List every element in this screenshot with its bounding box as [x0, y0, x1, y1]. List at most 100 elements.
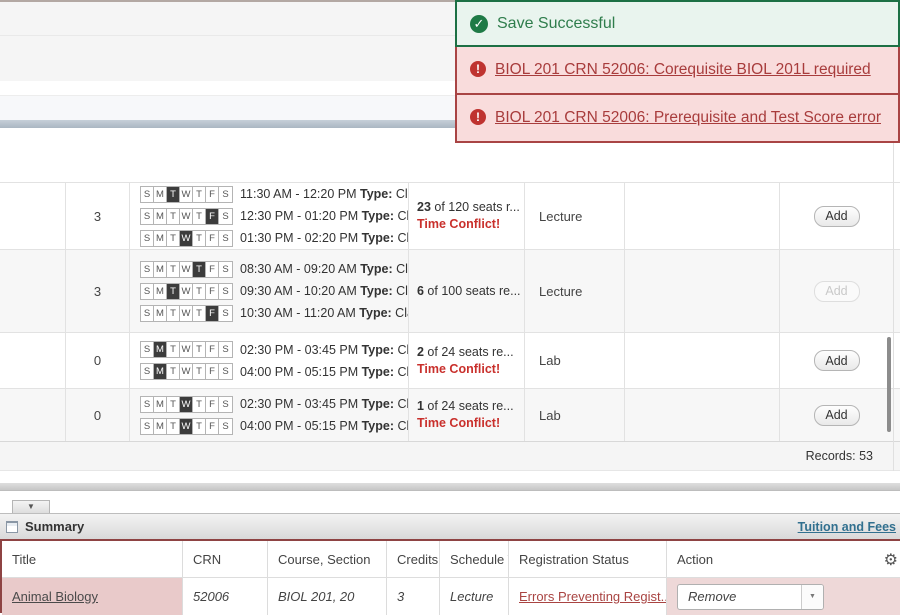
- records-count: Records: 53: [806, 449, 873, 463]
- records-footer: Records: 53: [0, 441, 900, 471]
- day-of-week-grid: SMTWTFS: [140, 261, 233, 278]
- day-cell: M: [154, 231, 167, 246]
- day-cell: M: [154, 262, 167, 277]
- results-row: 0SMTWTFS02:30 PM - 03:45 PM Type: ClaSMT…: [0, 388, 900, 441]
- day-cell: T: [193, 419, 206, 434]
- day-cell: S: [141, 306, 154, 321]
- day-cell: S: [219, 209, 232, 224]
- registration-error-banner: ! BIOL 201 CRN 52006: Corequisite BIOL 20…: [455, 47, 900, 95]
- day-cell: S: [141, 262, 154, 277]
- day-cell: M: [154, 419, 167, 434]
- day-cell: F: [206, 231, 219, 246]
- day-cell: S: [141, 231, 154, 246]
- day-cell: T: [193, 364, 206, 379]
- gear-icon[interactable]: ⚙: [884, 550, 898, 570]
- pane-splitter[interactable]: [0, 483, 900, 491]
- day-cell: T: [167, 419, 180, 434]
- meeting-time-text: 04:00 PM - 05:15 PM Type: Cla: [240, 365, 409, 379]
- summary-schedule-type-cell: Lecture: [440, 578, 509, 615]
- day-cell: S: [141, 187, 154, 202]
- meeting-line: SMTWTFS 09:30 AM - 10:20 AM Type: Cla: [140, 280, 408, 302]
- registration-error-link[interactable]: BIOL 201 CRN 52006: Prerequisite and Tes…: [495, 105, 881, 131]
- day-cell: S: [141, 397, 154, 412]
- summary-course-row: Animal Biology 52006 BIOL 201, 20 3 Lect…: [2, 577, 900, 615]
- hidden-column-cell: [0, 183, 66, 249]
- action-select[interactable]: Remove ▼: [677, 584, 824, 610]
- day-cell: F: [206, 187, 219, 202]
- day-of-week-grid: SMTWTFS: [140, 283, 233, 300]
- day-of-week-grid: SMTWTFS: [140, 363, 233, 380]
- day-cell: T: [167, 187, 180, 202]
- notification-panel: ✓ Save Successful !BIOL 201 CRN 52006: C…: [455, 0, 900, 143]
- day-cell: M: [154, 342, 167, 357]
- summary-course-section-cell: BIOL 201, 20: [268, 578, 387, 615]
- add-button[interactable]: Add: [814, 206, 860, 227]
- day-of-week-grid: SMTWTFS: [140, 305, 233, 322]
- time-conflict-text: Time Conflict!: [417, 415, 524, 432]
- day-cell: T: [193, 209, 206, 224]
- day-of-week-grid: SMTWTFS: [140, 230, 233, 247]
- day-cell: S: [219, 284, 232, 299]
- day-cell: F: [206, 209, 219, 224]
- meeting-line: SMTWTFS 10:30 AM - 11:20 AM Type: Cla: [140, 302, 408, 324]
- day-cell: W: [180, 187, 193, 202]
- vertical-scrollbar-thumb[interactable]: [887, 337, 891, 432]
- registration-error-link[interactable]: BIOL 201 CRN 52006: Corequisite BIOL 201…: [495, 57, 871, 83]
- seats-remaining-text: 1 of 24 seats re...: [417, 398, 524, 415]
- col-header-crn: CRN: [183, 541, 268, 577]
- day-cell: F: [206, 364, 219, 379]
- empty-cell: [625, 183, 780, 249]
- meeting-time-text: 09:30 AM - 10:20 AM Type: Cla: [240, 284, 409, 298]
- meeting-times-cell: SMTWTFS02:30 PM - 03:45 PM Type: ClaSMTW…: [130, 333, 409, 388]
- registration-status-link[interactable]: Errors Preventing Regist...: [519, 589, 667, 604]
- add-button[interactable]: Add: [814, 350, 860, 371]
- add-button: Add: [814, 281, 860, 302]
- add-cell: Add: [780, 250, 893, 332]
- credits-cell: 3: [66, 183, 130, 249]
- schedule-type-cell: Lecture: [525, 250, 625, 332]
- credits-cell: 0: [66, 333, 130, 388]
- schedule-type-cell: Lab: [525, 389, 625, 441]
- error-exclamation-icon: !: [470, 109, 486, 125]
- day-cell: S: [219, 231, 232, 246]
- summary-collapse-tab[interactable]: ▼: [12, 500, 50, 513]
- day-cell: F: [206, 419, 219, 434]
- day-of-week-grid: SMTWTFS: [140, 341, 233, 358]
- day-cell: S: [219, 262, 232, 277]
- day-cell: S: [219, 364, 232, 379]
- day-cell: T: [193, 306, 206, 321]
- day-cell: T: [193, 342, 206, 357]
- add-button[interactable]: Add: [814, 405, 860, 426]
- day-of-week-grid: SMTWTFS: [140, 396, 233, 413]
- meeting-time-text: 10:30 AM - 11:20 AM Type: Cla: [240, 306, 409, 320]
- day-cell: T: [167, 284, 180, 299]
- action-select-caret: ▼: [801, 585, 823, 609]
- summary-header-bar: Summary Tuition and Fees: [0, 513, 900, 539]
- credits-cell: 0: [66, 389, 130, 441]
- day-cell: M: [154, 306, 167, 321]
- course-title-link[interactable]: Animal Biology: [12, 589, 98, 604]
- day-cell: W: [180, 284, 193, 299]
- tuition-and-fees-link[interactable]: Tuition and Fees: [798, 520, 896, 534]
- table-right-border: [893, 128, 894, 471]
- day-cell: M: [154, 364, 167, 379]
- schedule-type-cell: Lab: [525, 333, 625, 388]
- seats-remaining-text: 6 of 100 seats re...: [417, 283, 524, 300]
- time-conflict-text: Time Conflict!: [417, 361, 524, 378]
- meeting-times-cell: SMTWTFS02:30 PM - 03:45 PM Type: ClaSMTW…: [130, 389, 409, 441]
- meeting-line: SMTWTFS01:30 PM - 02:20 PM Type: Cla: [140, 227, 408, 249]
- day-cell: T: [167, 397, 180, 412]
- meeting-time-text: 02:30 PM - 03:45 PM Type: Cla: [240, 343, 409, 357]
- col-header-course-section: Course, Section: [268, 541, 387, 577]
- seats-status-cell: 2 of 24 seats re...Time Conflict!: [409, 333, 525, 388]
- summary-crn-cell: 52006: [183, 578, 268, 615]
- summary-title-cell: Animal Biology: [2, 578, 183, 615]
- day-cell: T: [167, 306, 180, 321]
- day-cell: S: [219, 306, 232, 321]
- error-exclamation-icon: !: [470, 61, 486, 77]
- day-cell: W: [180, 397, 193, 412]
- chevron-down-icon: ▼: [27, 502, 35, 511]
- day-cell: S: [141, 284, 154, 299]
- summary-panel-icon: [6, 521, 18, 533]
- summary-status-cell: Errors Preventing Regist...: [509, 578, 667, 615]
